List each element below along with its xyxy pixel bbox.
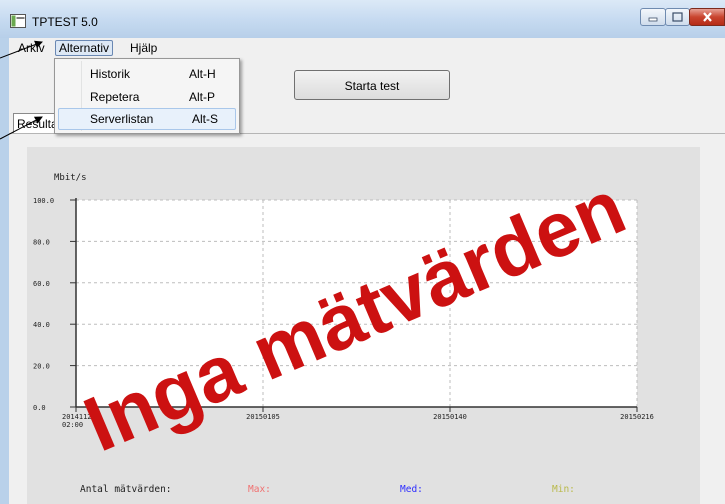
menu-item-label: Serverlistan [90,112,154,126]
y-tick-label: 100.0 [33,197,54,205]
y-tick-label: 80.0 [33,238,50,246]
menu-item-serverlistan[interactable]: Serverlistan Alt-S [58,108,236,130]
count-label: Antal mätvärden: [80,484,172,495]
y-tick-label: 0.0 [33,404,46,412]
menu-item-label: Repetera [90,90,140,104]
app-window: TPTEST 5.0 Arkiv Alternativ Hjälp Starta… [0,0,725,504]
y-axis-label: Mbit/s [54,173,87,183]
y-tick-labels: 100.0 80.0 60.0 40.0 20.0 0.0 [33,197,54,412]
menu-item-repetera[interactable]: Repetera Alt-P [58,86,236,108]
y-tick-label: 40.0 [33,321,50,329]
alternativ-dropdown-menu: Historik Alt-H Repetera Alt-P Serverlist… [54,58,240,134]
menu-item-shortcut: Alt-S [192,112,219,126]
menu-item-label: Historik [90,67,131,81]
x-tick-label: 20150140 [433,413,467,421]
menu-item-shortcut: Alt-P [189,90,216,104]
menu-item-historik[interactable]: Historik Alt-H [58,63,236,85]
plot-area [76,200,637,407]
x-tick-label: 20141126 02:00 [62,413,96,429]
max-label: Max: [248,484,271,495]
menu-item-shortcut: Alt-H [189,67,216,81]
x-tick-label: 20150105 [246,413,280,421]
med-label: Med: [400,484,423,495]
x-tick-label: 20150216 [620,413,654,421]
min-label: Min: [552,484,575,495]
y-tick-label: 60.0 [33,280,50,288]
x-tick-labels: 20141126 02:00 20150105 20150140 20150216 [62,413,654,429]
y-tick-label: 20.0 [33,363,50,371]
